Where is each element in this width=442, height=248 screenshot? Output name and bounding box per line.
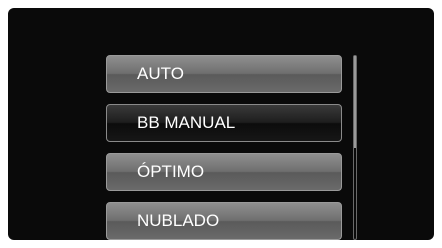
- menu-item-bb-manual[interactable]: BB MANUAL: [106, 104, 342, 142]
- white-balance-menu: AUTO BB MANUAL ÓPTIMO NUBLADO: [106, 55, 344, 240]
- menu-item-label: AUTO: [137, 64, 184, 83]
- scrollbar-thumb[interactable]: [354, 56, 356, 148]
- menu-scrollbar[interactable]: [353, 55, 357, 240]
- menu-item-label: NUBLADO: [137, 211, 220, 230]
- camera-lcd-screen: AUTO BB MANUAL ÓPTIMO NUBLADO: [8, 8, 434, 240]
- menu-item-optimo[interactable]: ÓPTIMO: [106, 153, 342, 191]
- menu-item-nublado[interactable]: NUBLADO: [106, 202, 342, 240]
- menu-item-label: ÓPTIMO: [137, 162, 205, 181]
- menu-item-auto[interactable]: AUTO: [106, 55, 342, 93]
- menu-item-label: BB MANUAL: [137, 113, 236, 132]
